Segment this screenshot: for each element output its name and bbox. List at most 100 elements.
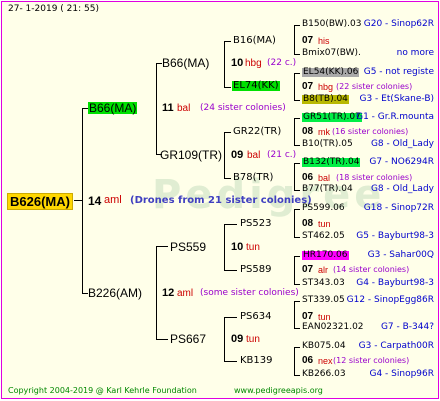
l5-name-1[interactable]: Bmix07(BW).: [302, 49, 361, 58]
footer-url[interactable]: www.pedigreeapis.org: [234, 387, 323, 395]
l5-name-8[interactable]: PS599.06: [302, 204, 345, 213]
pedigree-frame: Pedigree 27- 1-2019 ( 21: 55) B626(MA) 1…: [1, 1, 439, 399]
root-year: 14: [88, 194, 102, 208]
connector-sire-vertical: [156, 63, 157, 155]
l5-region-4: G1 - Gr.R.mounta: [356, 112, 434, 122]
dam-year: 12: [162, 287, 175, 299]
l4-el74-generation: hbg: [318, 82, 334, 92]
connector-ps523-vertical: [294, 209, 295, 238]
connector-gr22: [224, 132, 231, 133]
l5-region-12: G12 - SinopEgg86R: [346, 295, 434, 305]
l5-name-7[interactable]: B77(TR).04: [302, 185, 353, 194]
l5-region-0: G20 - Sinop62R: [363, 19, 434, 29]
l4-b16[interactable]: B16(MA): [233, 36, 276, 46]
l4-ps634-year: 07: [302, 311, 314, 322]
l4-b16-generation: his: [318, 36, 330, 46]
l5-name-13[interactable]: EAN02321.02: [302, 323, 364, 332]
l5-name-15[interactable]: KB266.03: [302, 370, 346, 379]
l5-region-14: G3 - Carpath00R: [358, 341, 434, 351]
l5-name-11[interactable]: ST343.03: [302, 279, 345, 288]
connector-l5-0: [294, 25, 300, 26]
l3-b66[interactable]: B66(MA): [162, 57, 209, 69]
root-queen-name: B626(MA): [10, 194, 70, 209]
l5-name-9[interactable]: ST462.05: [302, 232, 345, 241]
connector-b66-vertical: [224, 41, 225, 87]
root-generation: aml: [104, 194, 122, 206]
l4-ps589[interactable]: PS589: [240, 265, 271, 275]
connector-b16: [224, 41, 231, 42]
l4-ps634[interactable]: PS634: [240, 312, 271, 322]
l3-ps667[interactable]: PS667: [170, 333, 206, 345]
l4-kb139-generation: nex: [318, 356, 333, 366]
l5-name-12[interactable]: ST339.05: [302, 296, 345, 305]
connector-b78-vertical: [294, 163, 295, 191]
l5-name-5[interactable]: B10(TR).05: [302, 140, 353, 149]
connector-ps667-l3: [156, 339, 168, 340]
l3-ps667-year: 09: [231, 333, 244, 345]
connector-l5-6: [294, 163, 300, 164]
connector-l5-14: [294, 347, 300, 348]
dam-sister-count: (some sister colonies): [200, 288, 299, 298]
connector-l5-15: [294, 375, 300, 376]
l5-region-13: G7 - B-344?: [380, 322, 434, 332]
l5-name-6[interactable]: B132(TR).04: [302, 158, 361, 167]
connector-gr22-vertical: [294, 118, 295, 146]
connector-l5-12: [294, 301, 300, 302]
sire-year: 11: [162, 102, 174, 114]
connector-l5-2: [294, 73, 300, 74]
connector-l5-9: [294, 237, 300, 238]
l4-gr22[interactable]: GR22(TR): [233, 127, 281, 137]
root-drone-note: (Drones from 21 sister colonies): [130, 195, 312, 206]
l5-region-3: G3 - Et(Skane-B): [359, 94, 434, 104]
l5-name-14[interactable]: KB075.04: [302, 342, 346, 351]
l5-region-8: G18 - Sinop72R: [363, 203, 434, 213]
connector-kb139-vertical: [294, 347, 295, 376]
l3-ps559-generation: tun: [246, 242, 260, 253]
l4-el74-count: (22 sister colonies): [336, 82, 413, 91]
l5-name-2[interactable]: EL54(KK).06: [302, 68, 360, 77]
l3-b66-generation: hbg: [245, 58, 262, 69]
l5-region-5: G8 - Old_Lady: [370, 139, 434, 149]
connector-l5-10: [294, 256, 300, 257]
l3-gr109[interactable]: GR109(TR): [160, 149, 222, 161]
l4-ps523-year: 08: [302, 218, 314, 229]
l4-b78[interactable]: B78(TR): [233, 173, 273, 183]
sire-queen[interactable]: B66(MA): [88, 102, 138, 114]
l4-b78-count: (18 sister colonies): [336, 173, 413, 182]
connector-ps634: [224, 317, 237, 318]
l5-name-0[interactable]: B150(BW).03: [302, 20, 361, 29]
connector-root-vertical: [82, 108, 83, 294]
connector-root-horizontal: [74, 200, 83, 201]
l5-name-4[interactable]: GR51(TR).07: [302, 113, 362, 122]
l4-ps634-generation: tun: [318, 312, 331, 322]
l3-ps667-generation: tun: [246, 334, 260, 345]
dam-queen[interactable]: B226(AM): [88, 287, 142, 299]
l3-ps559[interactable]: PS559: [170, 241, 206, 253]
l5-name-3[interactable]: B8(TB).04: [302, 95, 349, 104]
l4-ps589-generation: alr: [318, 265, 329, 275]
connector-l5-5: [294, 145, 300, 146]
connector-l5-7: [294, 190, 300, 191]
dam-generation: aml: [177, 288, 194, 299]
l4-el74-year: 07: [302, 81, 314, 92]
l5-region-15: G4 - Sinop96R: [369, 369, 434, 379]
connector-ps559-l3: [156, 246, 168, 247]
connector-ps667-vertical: [224, 317, 225, 362]
root-queen[interactable]: B626(MA): [7, 193, 73, 210]
connector-ps589-vertical: [294, 256, 295, 285]
connector-kb139: [224, 361, 237, 362]
l5-name-10[interactable]: HR170.06: [302, 251, 349, 260]
l5-region-10: G3 - Sahar00Q: [367, 250, 434, 260]
l4-ps523[interactable]: PS523: [240, 219, 271, 229]
l5-region-2: G5 - not registe: [363, 67, 434, 77]
l4-kb139[interactable]: KB139: [240, 356, 273, 366]
connector-ps589: [224, 270, 237, 271]
l3-b66-year: 10: [231, 57, 244, 69]
l4-el74[interactable]: EL74(KK): [232, 81, 280, 91]
connector-el74: [224, 87, 231, 88]
connector-gr109-vertical: [224, 132, 225, 178]
l4-gr22-generation: mk: [318, 127, 330, 137]
l4-b78-year: 06: [302, 172, 314, 183]
l4-kb139-count: (12 sister colonies): [333, 356, 410, 365]
connector-ps634-vertical: [294, 301, 295, 329]
